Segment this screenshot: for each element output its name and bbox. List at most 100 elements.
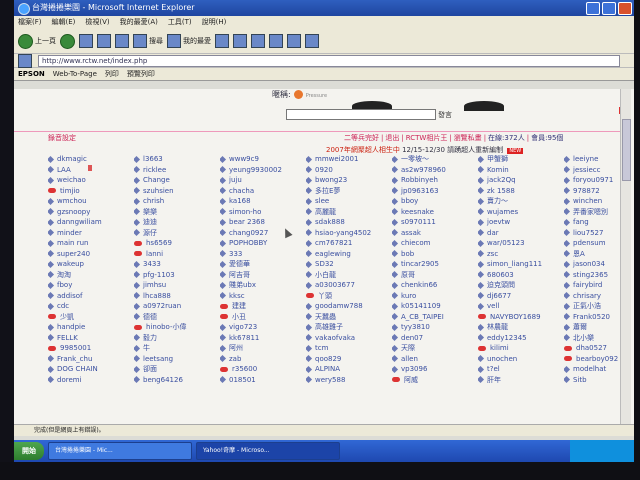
- user-list-item[interactable]: vigo723: [220, 322, 306, 333]
- link-rank[interactable]: 二等兵完好: [344, 132, 379, 144]
- address-input[interactable]: http://www.rctw.net/index.php: [38, 54, 620, 67]
- menu-view[interactable]: 檢視(V): [85, 16, 109, 29]
- user-list-item[interactable]: 阿州: [220, 343, 306, 354]
- edit-icon[interactable]: [269, 34, 283, 48]
- user-list-item[interactable]: sdak888: [306, 217, 392, 228]
- user-list-item[interactable]: as2w978960: [392, 165, 478, 176]
- stop-icon[interactable]: [79, 34, 93, 48]
- user-list-item[interactable]: chang0927: [220, 228, 306, 239]
- menu-favorites[interactable]: 我的最愛(A): [120, 16, 158, 29]
- user-list-item[interactable]: assak: [392, 228, 478, 239]
- user-list-item[interactable]: goodamw788: [306, 301, 392, 312]
- announce-black[interactable]: 12/15-12/30 請踴超人重新編制: [402, 146, 503, 154]
- user-list-item[interactable]: SD32: [306, 259, 392, 270]
- user-list-item[interactable]: 阿威: [392, 375, 478, 386]
- refresh-icon[interactable]: [97, 34, 111, 48]
- user-list-item[interactable]: mmwei2001: [306, 154, 392, 165]
- user-list-item[interactable]: dj6677: [478, 291, 564, 302]
- user-list-item[interactable]: a0972ruan: [134, 301, 220, 312]
- user-list-item[interactable]: 少凱: [48, 312, 134, 323]
- user-list-item[interactable]: vp3096: [392, 364, 478, 375]
- user-list-item[interactable]: FELLK: [48, 333, 134, 344]
- user-list-item[interactable]: allen: [392, 354, 478, 365]
- user-list-item[interactable]: tyy3810: [392, 322, 478, 333]
- user-list-item[interactable]: bob: [392, 249, 478, 260]
- user-list-item[interactable]: super240: [48, 249, 134, 260]
- user-list-item[interactable]: wakeup: [48, 259, 134, 270]
- user-list-item[interactable]: A_CB_TAIPEI: [392, 312, 478, 323]
- user-list-item[interactable]: 淘淘: [48, 270, 134, 281]
- user-list-item[interactable]: 680603: [478, 270, 564, 281]
- user-list-item[interactable]: Change: [134, 175, 220, 186]
- user-list-item[interactable]: vakaofvaka: [306, 333, 392, 344]
- user-list-item[interactable]: l3663: [134, 154, 220, 165]
- forward-button[interactable]: [60, 33, 75, 49]
- epson-print-button[interactable]: 列印: [105, 68, 119, 80]
- user-list-item[interactable]: hinobo-小偉: [134, 322, 220, 333]
- history-icon[interactable]: [215, 34, 229, 48]
- user-list-item[interactable]: keesnake: [392, 207, 478, 218]
- user-list-item[interactable]: eddy12345: [478, 333, 564, 344]
- record-settings-link[interactable]: 錄音設定: [48, 132, 76, 144]
- page-scrollbar[interactable]: [620, 89, 631, 435]
- user-list-item[interactable]: 小白龍: [306, 270, 392, 281]
- user-list-item[interactable]: 一零坡～: [392, 154, 478, 165]
- user-list-item[interactable]: yeung9930002: [220, 165, 306, 176]
- user-list-item[interactable]: addisof: [48, 291, 134, 302]
- user-list-item[interactable]: 0920: [306, 165, 392, 176]
- title-bar[interactable]: 台灣捲捲樂園 - Microsoft Internet Explorer: [14, 0, 634, 16]
- close-button[interactable]: [618, 2, 632, 15]
- user-list-item[interactable]: tincar2905: [392, 259, 478, 270]
- user-list-item[interactable]: 賣力～: [478, 196, 564, 207]
- user-list-item[interactable]: leetsang: [134, 354, 220, 365]
- user-list-item[interactable]: 肝年: [478, 375, 564, 386]
- link-logout[interactable]: 退出: [385, 132, 399, 144]
- user-list-item[interactable]: war/05123: [478, 238, 564, 249]
- user-list-item[interactable]: minder: [48, 228, 134, 239]
- user-list-item[interactable]: main run: [48, 238, 134, 249]
- user-list-item[interactable]: ALPINA: [306, 364, 392, 375]
- epson-preview-button[interactable]: 預覽列印: [127, 68, 155, 80]
- user-list-item[interactable]: eaglewing: [306, 249, 392, 260]
- user-list-item[interactable]: danngwiliam: [48, 217, 134, 228]
- user-list-item[interactable]: gzsnoopy: [48, 207, 134, 218]
- user-list-item[interactable]: 迪迪: [134, 217, 220, 228]
- user-list-item[interactable]: bboy: [392, 196, 478, 207]
- user-list-item[interactable]: cm767821: [306, 238, 392, 249]
- user-list-item[interactable]: zab: [220, 354, 306, 365]
- user-list-item[interactable]: Robbinyeh: [392, 175, 478, 186]
- user-list-item[interactable]: 德德: [134, 312, 220, 323]
- user-list-item[interactable]: 賤弟ubx: [220, 280, 306, 291]
- user-list-item[interactable]: chenkin66: [392, 280, 478, 291]
- user-list-item[interactable]: 丫頭: [306, 291, 392, 302]
- user-list-item[interactable]: 阿吉哥: [220, 270, 306, 281]
- taskbar-item-ie2[interactable]: Yahoo!奇摩 - Microso...: [196, 442, 340, 460]
- user-list-item[interactable]: lanni: [134, 249, 220, 260]
- user-list-item[interactable]: qoo829: [306, 354, 392, 365]
- user-list-item[interactable]: 建建: [220, 301, 306, 312]
- user-list-item[interactable]: chiecom: [392, 238, 478, 249]
- menu-help[interactable]: 說明(H): [202, 16, 227, 29]
- user-list-item[interactable]: wujames: [478, 207, 564, 218]
- user-list-item[interactable]: slee: [306, 196, 392, 207]
- user-list-item[interactable]: vell: [478, 301, 564, 312]
- user-list-item[interactable]: jp0963163: [392, 186, 478, 197]
- link-private[interactable]: 瀏覽私畫: [454, 132, 482, 144]
- user-list-item[interactable]: 多拉E夢: [306, 186, 392, 197]
- user-list-item[interactable]: 天際: [392, 343, 478, 354]
- user-list-item[interactable]: timjio: [48, 186, 134, 197]
- user-list-item[interactable]: 333: [220, 249, 306, 260]
- favorites-button[interactable]: 我的最愛: [167, 34, 211, 48]
- user-list-item[interactable]: zk 1588: [478, 186, 564, 197]
- user-list-item[interactable]: handpie: [48, 322, 134, 333]
- start-button[interactable]: 開始: [14, 442, 44, 460]
- user-list-item[interactable]: DOG CHAIN: [48, 364, 134, 375]
- messenger-icon[interactable]: [305, 34, 319, 48]
- user-list-item[interactable]: jimhsu: [134, 280, 220, 291]
- taskbar-item-ie1[interactable]: 台灣捲捲樂園 - Mic...: [48, 442, 192, 460]
- user-list-item[interactable]: wmchou: [48, 196, 134, 207]
- user-list-item[interactable]: a03003677: [306, 280, 392, 291]
- user-list-item[interactable]: simon_liang111: [478, 259, 564, 270]
- user-list-item[interactable]: LAA: [48, 165, 134, 176]
- user-list-item[interactable]: doremi: [48, 375, 134, 386]
